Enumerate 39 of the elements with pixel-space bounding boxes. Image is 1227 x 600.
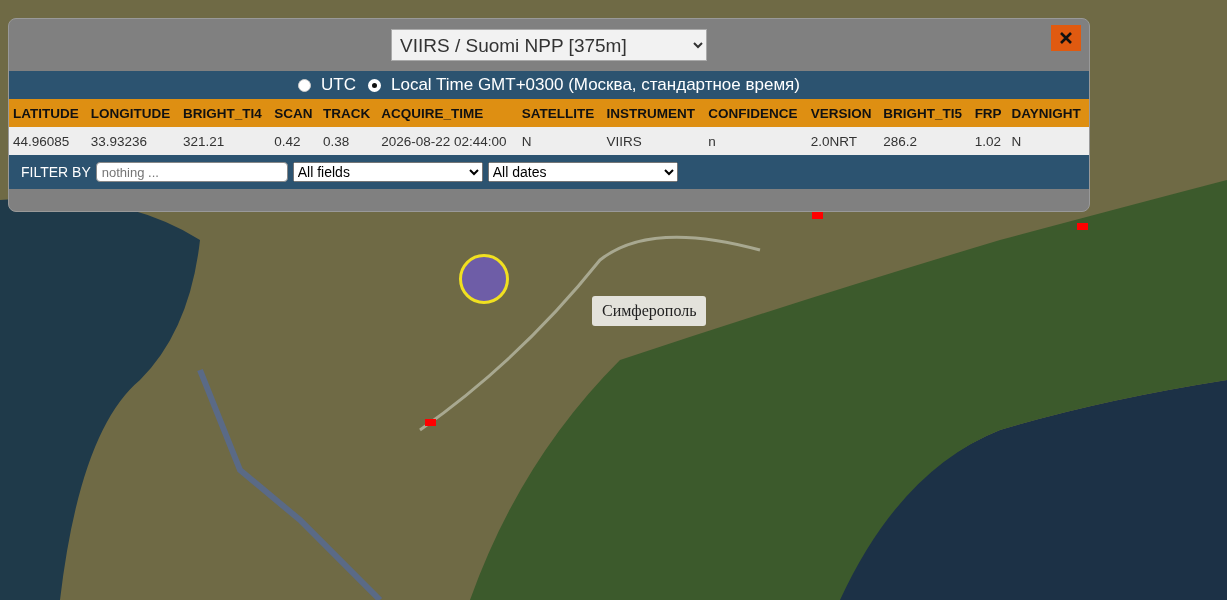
city-label: Симферополь: [592, 296, 707, 326]
column-header: FRP: [970, 99, 1008, 127]
table-cell: 0.38: [319, 127, 378, 155]
table-cell: 33.93236: [86, 127, 179, 155]
table-cell: N: [517, 127, 603, 155]
column-header: CONFIDENCE: [704, 99, 807, 127]
fire-marker[interactable]: [1077, 223, 1089, 231]
table-cell: 321.21: [178, 127, 271, 155]
table-cell: 44.96085: [9, 127, 87, 155]
fire-marker[interactable]: [424, 418, 436, 426]
table-cell: VIIRS: [602, 127, 705, 155]
column-header: TRACK: [319, 99, 378, 127]
time-mode-radio[interactable]: Local Time GMT+0300 (Москва, стандартное время): [367, 75, 800, 95]
column-header: INSTRUMENT: [602, 99, 705, 127]
field-select[interactable]: All fields: [292, 162, 483, 182]
column-header: LONGITUDE: [86, 99, 179, 127]
dataset-select[interactable]: VIIRS / Suomi NPP [375m]: [391, 29, 707, 61]
close-button[interactable]: [1051, 25, 1081, 51]
time-mode-radio[interactable]: UTC: [298, 75, 356, 95]
column-header: ACQUIRE_TIME: [377, 99, 518, 127]
filter-input[interactable]: nothing ...: [95, 162, 288, 182]
table-cell: 2.0NRT: [806, 127, 880, 155]
table-cell: 286.2: [879, 127, 971, 155]
table-cell: 1.02: [970, 127, 1008, 155]
column-header: VERSION: [806, 99, 880, 127]
column-header: BRIGHT_TI4: [178, 99, 271, 127]
fire-marker[interactable]: [812, 211, 824, 219]
table-cell: n: [704, 127, 807, 155]
column-header: SATELLITE: [517, 99, 603, 127]
column-header: BRIGHT_TI5: [879, 99, 971, 127]
date-select[interactable]: All dates: [487, 162, 678, 182]
table-cell: N: [1007, 127, 1089, 155]
table-cell: 0.42: [270, 127, 320, 155]
close-icon: [1059, 31, 1073, 45]
column-header: SCAN: [270, 99, 320, 127]
filter-label: FILTER BY: [21, 164, 91, 180]
column-header: LATITUDE: [9, 99, 87, 127]
table-cell: 2026-08-22 02:44:00: [377, 127, 518, 155]
column-header: DAYNIGHT: [1007, 99, 1089, 127]
